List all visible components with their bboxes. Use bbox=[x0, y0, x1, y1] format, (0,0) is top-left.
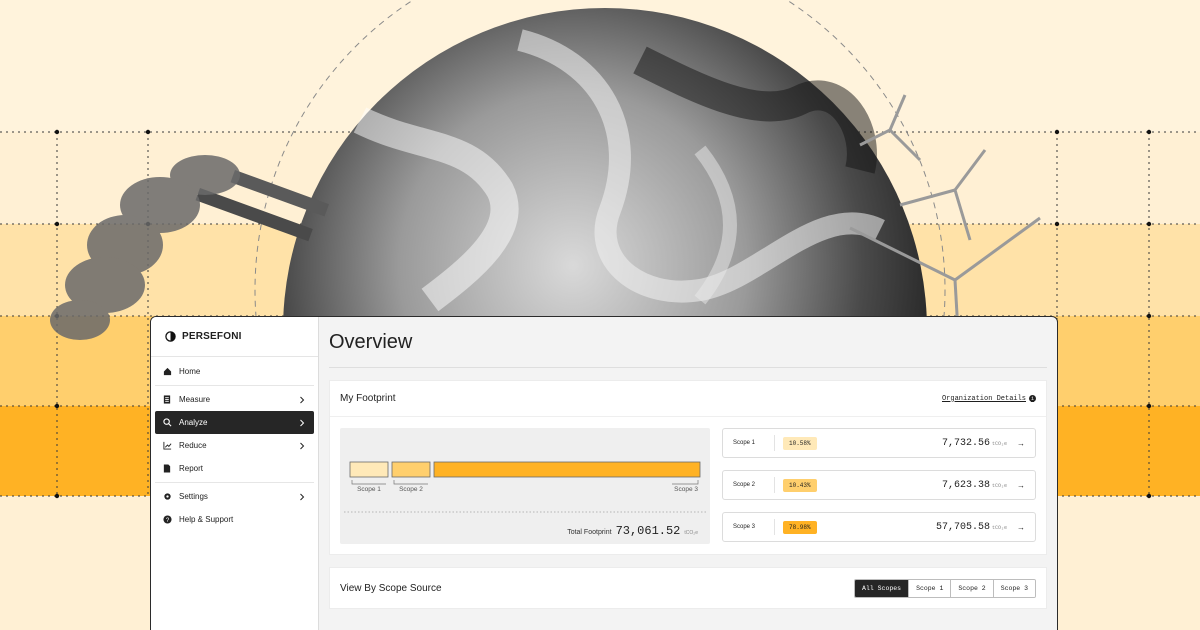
total-footprint-value: 73,061.52 bbox=[615, 524, 681, 538]
divider bbox=[329, 367, 1047, 368]
tab-all-scopes[interactable]: All Scopes bbox=[855, 579, 910, 597]
scope-percent-badge: 78.98% bbox=[783, 520, 817, 534]
scope-value-number: 57,705.58 bbox=[935, 521, 990, 533]
scope-value-unit: tCO₂e bbox=[991, 440, 1007, 447]
sidebar-item-report[interactable]: Report bbox=[155, 457, 314, 480]
scope-bar-bracket bbox=[672, 480, 699, 485]
arrow-right-icon: → bbox=[1017, 480, 1025, 490]
tab-scope-2[interactable]: Scope 2 bbox=[951, 579, 994, 597]
report-icon bbox=[161, 463, 173, 475]
scope-bar bbox=[433, 461, 701, 478]
scope-bar-label: Scope 2 bbox=[399, 486, 423, 493]
chevron-right-icon bbox=[300, 442, 305, 449]
chart-icon bbox=[161, 440, 173, 452]
organization-details-label: Organization Details bbox=[941, 394, 1026, 403]
scope-row-1[interactable]: Scope 1 10.58% 7,732.56 tCO₂e → bbox=[722, 428, 1036, 458]
brand-logo[interactable]: PERSEFONI bbox=[151, 317, 318, 357]
footprint-card-header: My Footprint Organization Details i bbox=[330, 381, 1046, 417]
scope-percent-badge: 10.58% bbox=[783, 436, 817, 450]
sidebar-item-label: Measure bbox=[179, 395, 211, 404]
tab-scope-1[interactable]: Scope 1 bbox=[909, 579, 952, 597]
scope-name: Scope 2 bbox=[733, 477, 775, 493]
chevron-right-icon bbox=[300, 419, 305, 426]
scope-bar-bracket bbox=[393, 480, 428, 485]
scope-bar-label: Scope 1 bbox=[357, 486, 381, 493]
sidebar-nav: Home Measure Analyze Reduce Report Setti… bbox=[155, 357, 314, 531]
sidebar-item-label: Help & Support bbox=[179, 515, 234, 524]
tab-scope-3[interactable]: Scope 3 bbox=[993, 579, 1035, 597]
scope-bar-bracket bbox=[351, 480, 386, 485]
footprint-title: My Footprint bbox=[340, 393, 396, 404]
app-window: PERSEFONI Home Measure Analyze Reduce Re… bbox=[150, 316, 1058, 630]
sidebar: PERSEFONI Home Measure Analyze Reduce Re… bbox=[151, 317, 319, 630]
sidebar-item-label: Home bbox=[179, 367, 201, 376]
scope-value: 57,705.58 tCO₂e bbox=[936, 522, 1007, 533]
scope-bar-label: Scope 3 bbox=[674, 486, 698, 493]
svg-text:?: ? bbox=[165, 517, 169, 524]
divider bbox=[155, 385, 314, 386]
brand-name: PERSEFONI bbox=[182, 331, 242, 342]
document-icon bbox=[161, 394, 173, 406]
magnifier-icon bbox=[161, 417, 173, 429]
scope-value: 7,732.56 tCO₂e bbox=[942, 438, 1007, 449]
scope-value-number: 7,623.38 bbox=[941, 479, 990, 491]
scope-bar bbox=[349, 461, 389, 478]
chevron-right-icon bbox=[300, 493, 305, 500]
arrow-right-icon: → bbox=[1017, 438, 1025, 448]
scope-row-3[interactable]: Scope 3 78.98% 57,705.58 tCO₂e → bbox=[722, 512, 1036, 542]
info-icon: i bbox=[1029, 395, 1036, 402]
total-footprint-unit: tCO₂e bbox=[684, 530, 698, 536]
sidebar-item-reduce[interactable]: Reduce bbox=[155, 434, 314, 457]
sidebar-item-measure[interactable]: Measure bbox=[155, 388, 314, 411]
view-by-scope-header: View By Scope Source All Scopes Scope 1 … bbox=[330, 568, 1046, 608]
home-icon bbox=[161, 366, 173, 378]
scope-value: 7,623.38 tCO₂e bbox=[942, 480, 1007, 491]
organization-details-link[interactable]: Organization Details i bbox=[942, 395, 1036, 403]
smoke bbox=[50, 155, 240, 340]
sidebar-item-settings[interactable]: Settings bbox=[155, 485, 314, 508]
sidebar-item-help[interactable]: ? Help & Support bbox=[155, 508, 314, 531]
sidebar-item-label: Settings bbox=[179, 492, 208, 501]
total-footprint: Total Footprint 73,061.52 tCO₂e bbox=[567, 524, 698, 538]
sidebar-item-analyze[interactable]: Analyze bbox=[155, 411, 314, 434]
sidebar-item-home[interactable]: Home bbox=[155, 360, 314, 383]
main-content: Overview My Footprint Organization Detai… bbox=[319, 317, 1057, 630]
scope-name: Scope 3 bbox=[733, 519, 775, 535]
sidebar-item-label: Report bbox=[179, 464, 204, 473]
help-icon: ? bbox=[161, 514, 173, 526]
view-by-scope-title: View By Scope Source bbox=[340, 582, 442, 594]
total-footprint-label: Total Footprint bbox=[567, 529, 612, 536]
view-by-scope-card: View By Scope Source All Scopes Scope 1 … bbox=[329, 567, 1047, 609]
scope-row-2[interactable]: Scope 2 10.43% 7,623.38 tCO₂e → bbox=[722, 470, 1036, 500]
scope-percent-badge: 10.43% bbox=[783, 478, 817, 492]
scope-value-unit: tCO₂e bbox=[991, 482, 1007, 489]
scope-bar bbox=[391, 461, 431, 478]
chevron-right-icon bbox=[300, 396, 305, 403]
divider bbox=[155, 482, 314, 483]
footprint-body: Scope 1 Scope 2 Scope 3 Total Footprint 73… bbox=[330, 417, 1046, 554]
sidebar-item-label: Analyze bbox=[179, 418, 208, 427]
sidebar-item-label: Reduce bbox=[179, 441, 207, 450]
gear-icon bbox=[161, 491, 173, 503]
footprint-bar-chart: Scope 1 Scope 2 Scope 3 Total Footprint 73… bbox=[340, 428, 710, 544]
scope-filter-tabs: All Scopes Scope 1 Scope 2 Scope 3 bbox=[854, 578, 1036, 598]
arrow-right-icon: → bbox=[1017, 522, 1025, 532]
footprint-card: My Footprint Organization Details i Scop… bbox=[329, 380, 1047, 555]
scope-value-unit: tCO₂e bbox=[991, 524, 1007, 531]
persefoni-logo-icon bbox=[165, 331, 176, 342]
scope-name: Scope 1 bbox=[733, 435, 775, 451]
scope-value-number: 7,732.56 bbox=[941, 437, 990, 449]
page-title: Overview bbox=[329, 331, 413, 353]
scope-list: Scope 1 10.58% 7,732.56 tCO₂e → Scope 2 … bbox=[722, 428, 1036, 544]
